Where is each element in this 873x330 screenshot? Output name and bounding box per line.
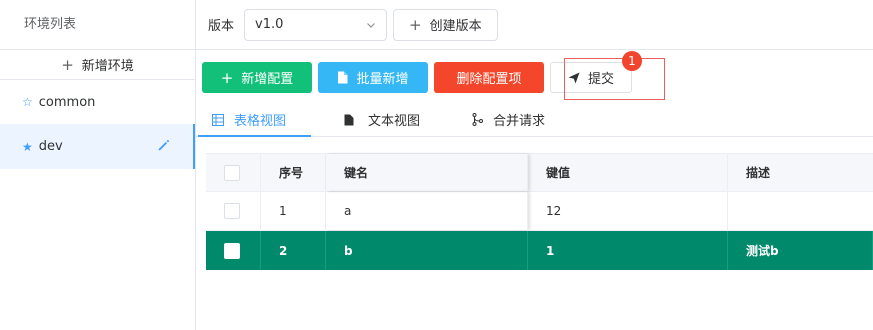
environment-sidebar: 环境列表 + 新增环境 ☆ common ★ dev: [0, 0, 196, 330]
version-value: v1.0: [255, 17, 284, 32]
cell-index: 1: [261, 192, 326, 230]
star-filled-icon: ★: [22, 139, 33, 154]
row-checkbox-cell: [206, 192, 261, 230]
chevron-down-icon: [367, 22, 375, 28]
view-tabs: 表格视图 文本视图 合并请求: [196, 102, 873, 137]
file-icon: [344, 114, 354, 125]
sidebar-item-dev[interactable]: ★ dev: [0, 124, 195, 169]
create-version-button[interactable]: + 创建版本: [393, 8, 498, 41]
config-table: 序号 键名 键值 描述 1 a 12 2 b 1 测试b: [206, 153, 873, 270]
add-environment-button[interactable]: + 新增环境: [0, 50, 195, 80]
column-header-description[interactable]: 描述: [728, 154, 873, 191]
document-icon: [338, 71, 348, 84]
tab-table-view[interactable]: 表格视图: [212, 102, 286, 137]
row-checkbox-cell: [206, 231, 261, 270]
grid-icon: [212, 113, 224, 126]
add-config-label: 新增配置: [241, 72, 294, 87]
edit-icon[interactable]: [157, 138, 171, 152]
plus-icon: +: [409, 15, 422, 34]
table-row[interactable]: 1 a 12: [206, 192, 873, 231]
batch-add-button[interactable]: 批量新增: [318, 62, 428, 93]
pending-count-badge: 1: [622, 51, 642, 71]
row-checkbox[interactable]: [224, 203, 240, 219]
row-checkbox[interactable]: [224, 242, 240, 259]
cell-value: 12: [528, 192, 728, 230]
star-outline-icon: ☆: [22, 95, 33, 109]
cell-value: 1: [528, 231, 728, 270]
batch-add-label: 批量新增: [356, 72, 409, 87]
column-header-key[interactable]: 键名: [326, 154, 528, 191]
environment-name: dev: [38, 139, 63, 154]
tab-label: 表格视图: [234, 114, 287, 129]
sidebar-title: 环境列表: [0, 0, 195, 50]
submit-highlight-box: [564, 58, 665, 100]
delete-config-label: 删除配置项: [456, 72, 522, 87]
active-tab-indicator: [198, 135, 311, 137]
version-select[interactable]: v1.0: [244, 8, 388, 41]
tab-label: 合并请求: [493, 114, 546, 129]
cell-description: 测试b: [728, 231, 873, 270]
header-checkbox-cell: [206, 154, 261, 191]
tab-text-view[interactable]: 文本视图: [344, 102, 420, 137]
plus-icon: +: [220, 68, 234, 87]
cell-key: b: [326, 231, 528, 270]
table-row-selected[interactable]: 2 b 1 测试b: [206, 231, 873, 270]
version-header: 版本 v1.0 + 创建版本: [196, 0, 873, 50]
table-header-row: 序号 键名 键值 描述: [206, 153, 873, 192]
tab-label: 文本视图: [368, 114, 421, 129]
select-all-checkbox[interactable]: [224, 164, 240, 181]
version-label: 版本: [208, 19, 235, 34]
git-merge-icon: [472, 113, 483, 126]
add-environment-label: 新增环境: [81, 59, 134, 74]
cell-index: 2: [261, 231, 326, 270]
sidebar-item-common[interactable]: ☆ common: [0, 80, 195, 124]
cell-description: [728, 192, 873, 230]
create-version-label: 创建版本: [429, 19, 482, 34]
column-header-value[interactable]: 键值: [528, 154, 728, 191]
column-header-index[interactable]: 序号: [261, 154, 326, 191]
cell-key: a: [326, 192, 528, 230]
add-config-button[interactable]: + 新增配置: [202, 62, 312, 93]
delete-config-button[interactable]: 删除配置项: [434, 62, 544, 93]
environment-name: common: [38, 94, 96, 110]
tab-merge-request[interactable]: 合并请求: [472, 102, 545, 137]
plus-icon: +: [61, 55, 74, 74]
